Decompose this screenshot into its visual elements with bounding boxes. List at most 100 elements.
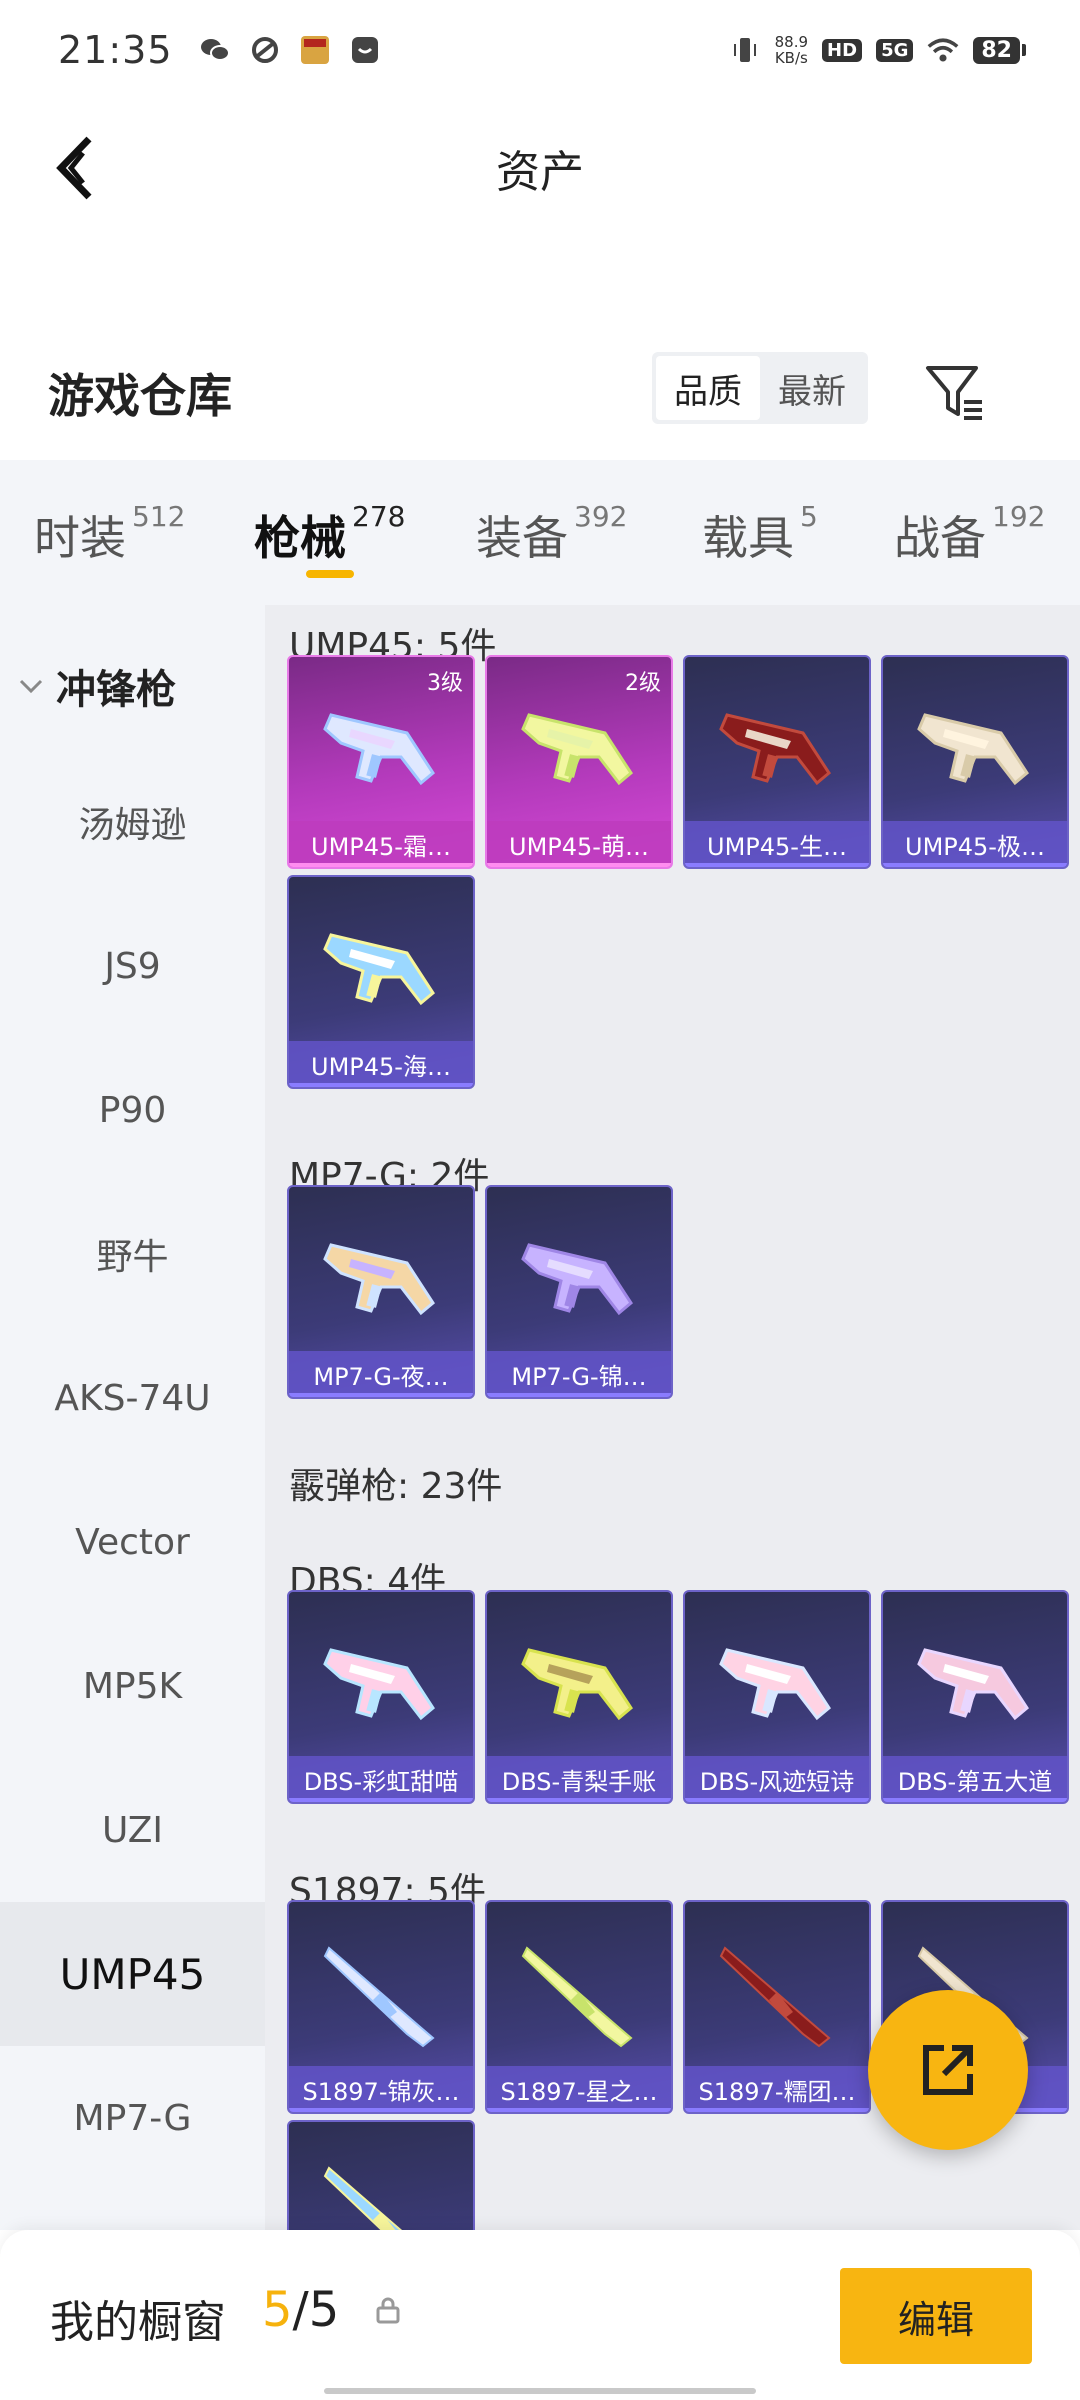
weapon-card[interactable]: DBS-青梨手账 [485, 1590, 673, 1804]
showcase-bar: 我的橱窗 5/5 编辑 [0, 2230, 1080, 2400]
side-item-ump45[interactable]: UMP45 [0, 1902, 265, 2046]
wechat-icon [199, 34, 231, 66]
rarity-bar [289, 2108, 473, 2112]
message-icon [349, 34, 381, 66]
warehouse-header: 游戏仓库 品质 最新 [0, 330, 1080, 450]
warehouse-title: 游戏仓库 [48, 369, 232, 423]
weapon-name: MP7-G-锦… [487, 1351, 671, 1397]
rarity-bar [487, 863, 671, 867]
chevron-down-icon [19, 679, 43, 694]
weapon-card[interactable]: 3级 UMP45-霜… [287, 655, 475, 869]
system-icons: 88.9 KB/s HD 5G 82 [729, 34, 1026, 66]
weapon-side-nav: 冲锋枪 汤姆逊 JS9 P90 野牛 AKS-74U Vector MP5K U… [0, 605, 265, 2230]
share-button[interactable] [868, 1990, 1028, 2150]
rarity-bar [289, 863, 473, 867]
tab-fashion[interactable]: 时装 512 [34, 500, 185, 568]
net-speed: 88.9 KB/s [774, 33, 809, 67]
top-header: 资产 [0, 100, 1080, 240]
showcase-count: 5/5 [262, 2282, 340, 2338]
weapon-card[interactable]: UMP45-生… [683, 655, 871, 869]
weapon-card[interactable]: S1897-糯团… [683, 1900, 871, 2114]
side-item-vector[interactable]: Vector [0, 1470, 265, 1614]
side-item-mp5k[interactable]: MP5K [0, 1614, 265, 1758]
tab-equipment[interactable]: 装备 392 [476, 500, 627, 568]
wifi-icon [927, 34, 959, 66]
weapon-image [719, 1648, 831, 1721]
rarity-bar [883, 1798, 1067, 1802]
weapon-card[interactable]: S1897-星之… [485, 1900, 673, 2114]
rarity-bar [487, 1798, 671, 1802]
side-item-bizon[interactable]: 野牛 [0, 1182, 265, 1326]
side-group-smg[interactable]: 冲锋枪 [18, 657, 176, 715]
weapon-image [521, 713, 633, 786]
rarity-bar [685, 1798, 869, 1802]
weapon-list: UMP45: 5件 3级 UMP45-霜… 2级 UMP45-萌… UMP45-生… UMP… [265, 605, 1080, 2230]
sort-toggle: 品质 最新 [652, 352, 868, 424]
rarity-bar [487, 2108, 671, 2112]
side-item-uzi[interactable]: UZI [0, 1758, 265, 1902]
notification-icons [199, 34, 381, 66]
weapon-image [917, 713, 1029, 786]
rarity-bar [289, 1798, 473, 1802]
weapon-card[interactable]: UMP45-海… [287, 875, 475, 1089]
share-icon [923, 2045, 973, 2095]
weapon-image [521, 1243, 633, 1316]
weapon-name: UMP45-霜… [289, 821, 473, 867]
weapon-card[interactable]: S1897-锦灰… [287, 1900, 475, 2114]
weapon-name: DBS-第五大道 [883, 1756, 1067, 1802]
weapon-name: S1897-糯团… [685, 2066, 869, 2112]
weapon-card[interactable]: DBS-风迹短诗 [683, 1590, 871, 1804]
rarity-bar [883, 863, 1067, 867]
weapon-card[interactable]: MP7-G-锦… [485, 1185, 673, 1399]
weapon-name: DBS-彩虹甜喵 [289, 1756, 473, 1802]
filter-button[interactable] [920, 356, 990, 426]
rarity-bar [685, 863, 869, 867]
weapon-card[interactable]: DBS-彩虹甜喵 [287, 1590, 475, 1804]
app-icon [249, 34, 281, 66]
side-item-p90[interactable]: P90 [0, 1038, 265, 1182]
weapon-image [323, 2166, 403, 2230]
rarity-bar [685, 2108, 869, 2112]
category-tabs: 时装 512 枪械 278 装备 392 载具 5 战备 192 [0, 460, 1080, 605]
side-group-label: 冲锋枪 [56, 667, 176, 713]
showcase-label: 我的橱窗 [50, 2297, 226, 2348]
section-title: 霰弹枪: 23件 [289, 1466, 503, 1507]
sort-quality-option[interactable]: 品质 [656, 356, 760, 420]
weapon-name: DBS-青梨手账 [487, 1756, 671, 1802]
active-tab-indicator [306, 570, 354, 578]
game-app-icon [299, 34, 331, 66]
weapon-image [521, 1946, 633, 2048]
weapon-image [917, 1648, 1029, 1721]
vibrate-icon [729, 34, 761, 66]
tab-combat-gear[interactable]: 战备 192 [894, 500, 1045, 568]
side-item-mp7g[interactable]: MP7-G [0, 2046, 265, 2190]
weapon-name: UMP45-萌… [487, 821, 671, 867]
rarity-bar [289, 1083, 473, 1087]
weapon-card[interactable]: UMP45-极… [881, 655, 1069, 869]
weapon-card[interactable]: MP7-G-夜… [287, 1185, 475, 1399]
weapon-name: DBS-风迹短诗 [685, 1756, 869, 1802]
signal-5g-icon: 5G [876, 38, 914, 62]
side-item-thompson[interactable]: 汤姆逊 [0, 750, 265, 894]
tab-firearms[interactable]: 枪械 278 [254, 500, 405, 568]
filter-icon [926, 366, 982, 420]
battery-level: 82 [973, 36, 1020, 64]
hd-icon: HD [822, 38, 863, 62]
rarity-bar [289, 1393, 473, 1397]
weapon-image [323, 713, 435, 786]
weapon-image [719, 713, 831, 786]
sort-newest-option[interactable]: 最新 [760, 356, 864, 420]
weapon-card[interactable]: DBS-第五大道 [881, 1590, 1069, 1804]
weapon-card[interactable] [287, 2120, 475, 2230]
weapon-card[interactable]: 2级 UMP45-萌… [485, 655, 673, 869]
page-title: 资产 [496, 147, 584, 198]
side-item-js9[interactable]: JS9 [0, 894, 265, 1038]
weapon-image [719, 1946, 831, 2048]
status-bar: 21:35 88.9 KB/s HD 5G 82 [0, 0, 1080, 100]
rarity-bar [487, 1393, 671, 1397]
side-item-aks74u[interactable]: AKS-74U [0, 1326, 265, 1470]
weapon-level-badge: 3级 [427, 671, 463, 696]
home-indicator [324, 2388, 756, 2394]
tab-vehicles[interactable]: 载具 5 [702, 500, 818, 568]
edit-button[interactable]: 编辑 [840, 2268, 1032, 2364]
